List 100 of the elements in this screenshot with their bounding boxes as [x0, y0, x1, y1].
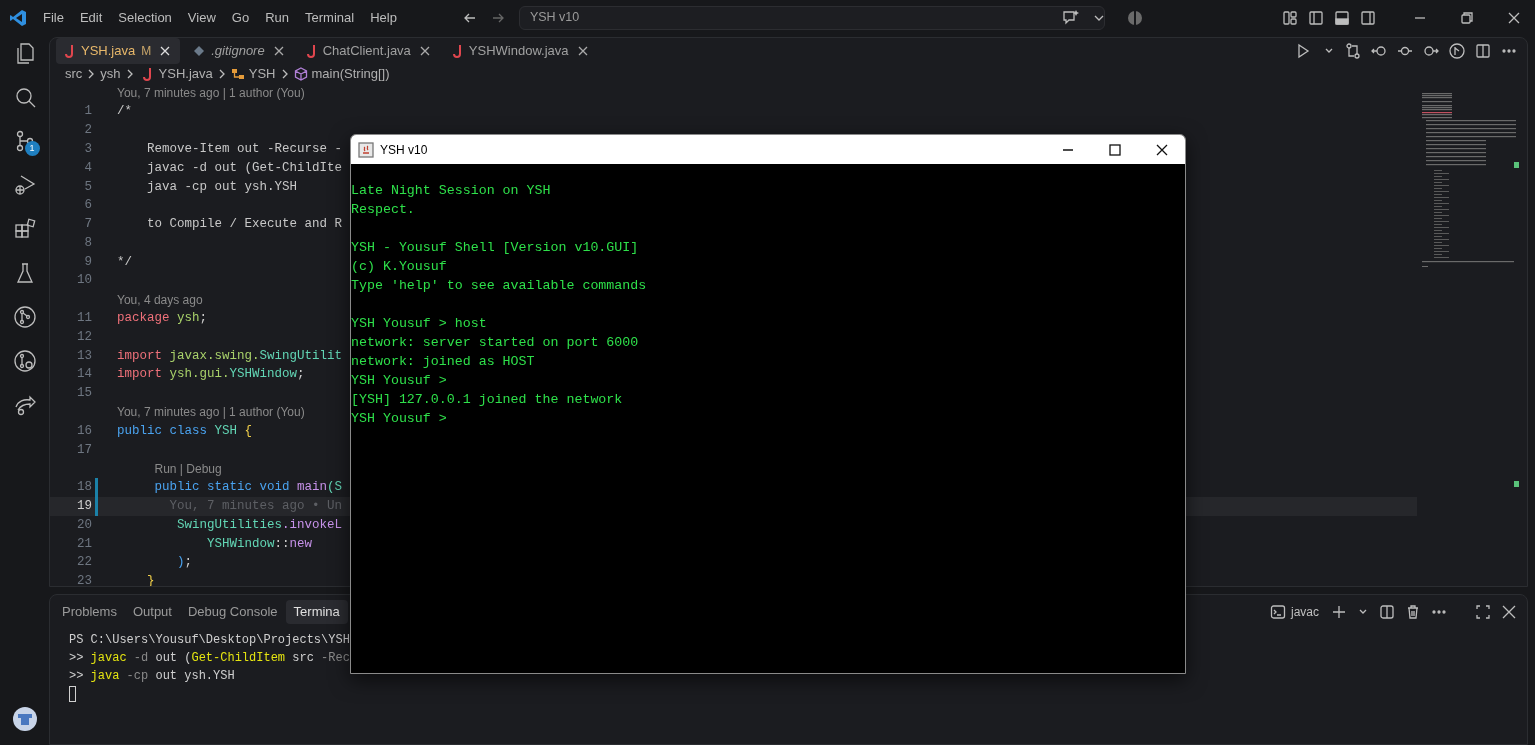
panel-tab[interactable]: Termina [285, 599, 348, 624]
code-line: /* [117, 103, 132, 121]
maximize-icon[interactable] [1107, 142, 1122, 157]
method-cube-icon [293, 66, 308, 81]
line-number: 8 [83, 234, 92, 252]
line-number: 17 [76, 441, 92, 459]
previous-change-icon[interactable] [1371, 43, 1387, 59]
extensions-icon[interactable] [12, 217, 37, 241]
line-number: 2 [83, 122, 92, 140]
restore-icon[interactable] [1460, 10, 1474, 25]
code-line: } [146, 573, 155, 586]
code-line: import javax.swing.SwingUtilit [117, 347, 343, 365]
scroll-marker [1514, 481, 1519, 487]
breadcrumb-item[interactable]: ysh [100, 64, 121, 84]
editor-tab[interactable]: YSH.java M [56, 38, 181, 64]
line-number: 10 [76, 272, 92, 290]
panel-tab[interactable]: Output [124, 599, 180, 624]
line-number: 15 [76, 385, 92, 403]
close-icon[interactable] [159, 45, 172, 57]
toggle-panel-icon[interactable] [1334, 9, 1350, 26]
git-graph-icon[interactable] [12, 305, 37, 329]
terminal-line: PS C:\Users\Yousuf\Desktop\Projects\YSH [69, 632, 351, 649]
terminal-line: >> java -cp out ysh.YSH [69, 668, 236, 685]
toggle-secondary-sidebar-icon[interactable] [1360, 9, 1376, 26]
toggle-sidebar-icon[interactable] [1308, 9, 1324, 26]
close-icon[interactable] [1501, 603, 1517, 620]
line-number: 13 [76, 347, 92, 365]
compare-changes-icon[interactable] [1345, 43, 1361, 59]
close-icon[interactable] [418, 45, 431, 57]
account-half-circle-icon[interactable] [1126, 9, 1143, 26]
menu-item[interactable]: Run [257, 7, 297, 28]
git-history-icon[interactable] [12, 349, 37, 373]
line-number: 22 [76, 554, 92, 572]
close-icon[interactable] [1154, 142, 1169, 157]
close-icon[interactable] [576, 45, 589, 57]
line-number: 6 [83, 197, 92, 215]
console-line: Type 'help' to see available commands [351, 277, 648, 295]
console-line: YSH - Yousuf Shell [Version v10.GUI] [351, 239, 640, 257]
close-icon[interactable] [1507, 10, 1521, 25]
breadcrumb-item[interactable]: YSH.java [158, 64, 213, 84]
editor-tab[interactable]: ChatClient.java [297, 38, 440, 64]
console-line: YSH Yousuf > [351, 410, 448, 428]
panel-tab[interactable]: Problems [54, 599, 125, 624]
line-number: 12 [76, 328, 92, 346]
customize-layout-icon[interactable] [1282, 9, 1298, 26]
breadcrumb-item[interactable]: src [65, 64, 83, 84]
chat-sparkle-icon[interactable] [1060, 8, 1081, 27]
chevron-right-icon [87, 67, 96, 80]
line-number: 5 [83, 178, 92, 196]
console-line: [YSH] 127.0.0.1 joined the network [351, 391, 624, 409]
line-number: 19 [76, 498, 92, 516]
remote-share-icon[interactable] [12, 393, 37, 417]
code-line: import ysh.gui.YSHWindow; [117, 366, 305, 384]
minimap-drawing[interactable] [1420, 90, 1516, 270]
code-lens[interactable]: You, 7 minutes ago | 1 author (You) [117, 403, 305, 422]
command-center[interactable]: YSH v10 [518, 5, 1105, 30]
menu-item[interactable]: File [35, 7, 72, 28]
panel-tab[interactable]: Debug Console [179, 599, 286, 624]
code-lens[interactable]: You, 7 minutes ago | 1 author (You) [117, 83, 305, 102]
close-icon[interactable] [272, 45, 285, 57]
editor-tab[interactable]: .gitignore [184, 38, 294, 64]
add-icon[interactable] [1331, 603, 1347, 620]
code-lens[interactable]: Run | Debug [154, 459, 222, 478]
menu-item[interactable]: View [179, 7, 224, 28]
notification-badge: 1 [24, 141, 40, 156]
terminal-selector[interactable]: javac [1270, 602, 1319, 621]
run-debug-icon[interactable] [12, 173, 37, 197]
breadcrumb-item[interactable]: main(String[]) [311, 64, 390, 84]
code-line: to Compile / Execute and R [146, 216, 343, 234]
java-app-icon [358, 141, 374, 158]
editor-tab[interactable]: YSHWindow.java [443, 38, 598, 64]
console-line: (c) K.Yousuf [351, 258, 448, 276]
console-line: YSH Yousuf > [351, 372, 448, 390]
account-avatar-icon[interactable] [12, 707, 37, 731]
code-line: package ysh; [117, 310, 208, 328]
chevron-right-icon [125, 67, 134, 80]
chevron-right-icon [280, 67, 289, 80]
console-line: network: joined as HOST [351, 353, 536, 371]
menu-item[interactable]: Help [362, 7, 405, 28]
line-number: 16 [76, 422, 92, 440]
split-terminal-icon[interactable] [1379, 603, 1395, 620]
maximize-icon[interactable] [1475, 603, 1491, 620]
console-line: YSH Yousuf > host [351, 315, 488, 333]
menu-item[interactable]: Edit [71, 7, 111, 28]
next-change-icon[interactable] [1423, 43, 1439, 59]
code-line: javac -d out (Get-ChildIte [146, 159, 343, 177]
window-title: YSH v10 [380, 141, 428, 159]
git-graph-icon[interactable] [1449, 43, 1465, 59]
split-editor-icon[interactable] [1475, 43, 1491, 59]
trash-icon[interactable] [1405, 603, 1421, 620]
menu-item[interactable]: Terminal [297, 7, 363, 28]
menu-item[interactable]: Selection [110, 7, 180, 28]
run-icon[interactable] [1295, 43, 1311, 59]
line-number: 1 [83, 103, 92, 121]
code-line: */ [117, 253, 132, 271]
breadcrumb-item[interactable]: YSH [248, 64, 276, 84]
menu-item[interactable]: Go [223, 7, 258, 28]
code-lens[interactable]: You, 4 days ago [117, 290, 203, 309]
code-line: ); [176, 554, 193, 572]
line-number: 9 [83, 253, 92, 271]
